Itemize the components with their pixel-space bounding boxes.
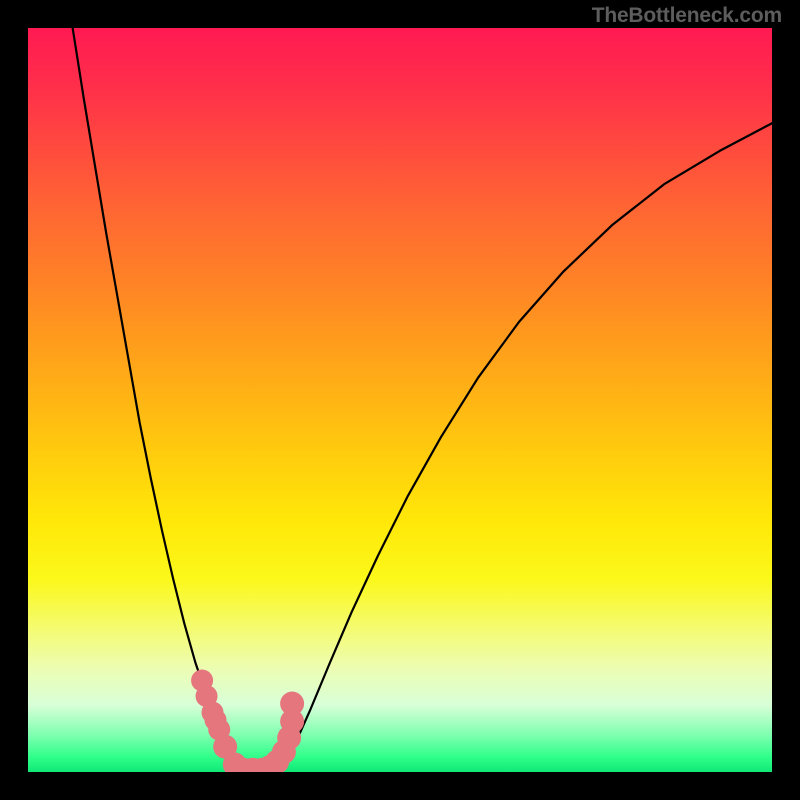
series-right-branch [281, 123, 772, 763]
marker-pink-dots-left-15 [280, 692, 304, 716]
plot-area [28, 28, 772, 772]
watermark-text: TheBottleneck.com [592, 4, 782, 28]
chart-svg [28, 28, 772, 772]
series-left-branch [73, 28, 244, 769]
